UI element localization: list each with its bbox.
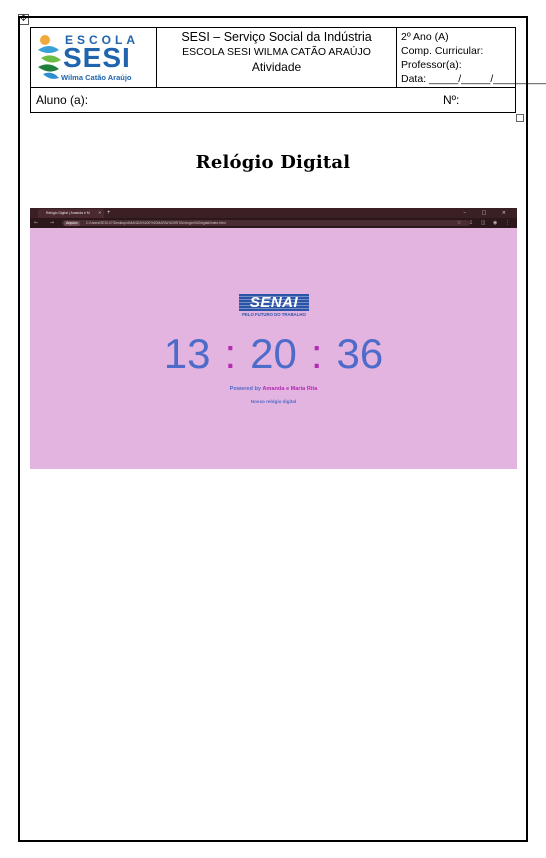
powered-by-prefix: Powered by [229,386,261,392]
senai-logo-text: SENAI [249,294,299,311]
school-name: ESCOLA SESI WILMA CATÃO ARAÚJO [182,46,371,58]
clock-page-screenshot: Relógio Digital | Amanda e M × + – □ × ←… [30,208,517,469]
browser-toolbar-icons: ☆ ⇩ ◫ ◉ ⋮ [456,220,513,226]
student-name-label: Aluno (a): [36,93,89,107]
clock-hours: 13 [163,330,211,377]
address-url: C:/Users/SESI-07/Desktop/AMANDA%20E%20MA… [86,220,226,225]
activity-label: Atividade [251,60,302,74]
browser-tab: Relógio Digital | Amanda e M × [38,209,104,218]
clock-minutes: 20 [250,330,297,377]
senai-logo: SENAI PELO FUTURO DO TRABALHO [239,294,309,320]
table-resize-handle[interactable] [516,114,524,122]
browser-toolbar: ← → ⟳ Arquivo C:/Users/SESI-07/Desktop/A… [30,218,517,228]
digital-clock: 13:20:36 [30,330,517,378]
institution-name: SESI – Serviço Social da Indústria [181,30,372,44]
header-table: ESCOLA SESI Wilma Catão Araújo SESI – Se… [30,27,546,113]
address-bar: Arquivo C:/Users/SESI-07/Desktop/AMANDA%… [62,220,470,226]
author-names: Amanda e Maria Rita [262,386,318,392]
curricular-component-label: Comp. Curricular: [401,45,484,57]
senai-tagline: PELO FUTURO DO TRABALHO [242,312,306,317]
class-info-cell: 2º Ano (A) Comp. Curricular: Professor(a… [397,28,546,88]
grade-label: 2º Ano (A) [401,31,449,43]
logo-sesi-text: SESI [63,42,131,73]
teacher-label: Professor(a): [401,59,462,71]
document-title: Relógio Digital [195,152,351,173]
tab-title: Relógio Digital | Amanda e M [46,211,90,215]
institution-cell: SESI – Serviço Social da Indústria ESCOL… [157,28,397,88]
file-chip: Arquivo [64,220,80,226]
tab-close-icon: × [98,210,101,215]
browser-tab-bar: Relógio Digital | Amanda e M × + – □ × [30,208,517,218]
new-tab-icon: + [107,210,111,216]
powered-by-line: Powered by Amanda e Maria Rita [30,386,517,392]
logo-school-name: Wilma Catão Araújo [61,73,132,82]
student-row: Aluno (a): Nº: [31,88,515,112]
clock-separator: : [310,330,323,377]
student-number-label: Nº: [443,93,460,107]
date-field: Data: _____/_____/_________ [401,73,546,85]
sesi-school-logo: ESCOLA SESI Wilma Catão Araújo [35,31,153,85]
logo-cell: ESCOLA SESI Wilma Catão Araújo [31,28,157,88]
clock-seconds: 36 [336,330,384,377]
clock-caption: Nosso relógio digital [250,399,297,404]
window-controls-icon: – □ × [463,210,513,216]
clock-separator: : [224,330,237,377]
